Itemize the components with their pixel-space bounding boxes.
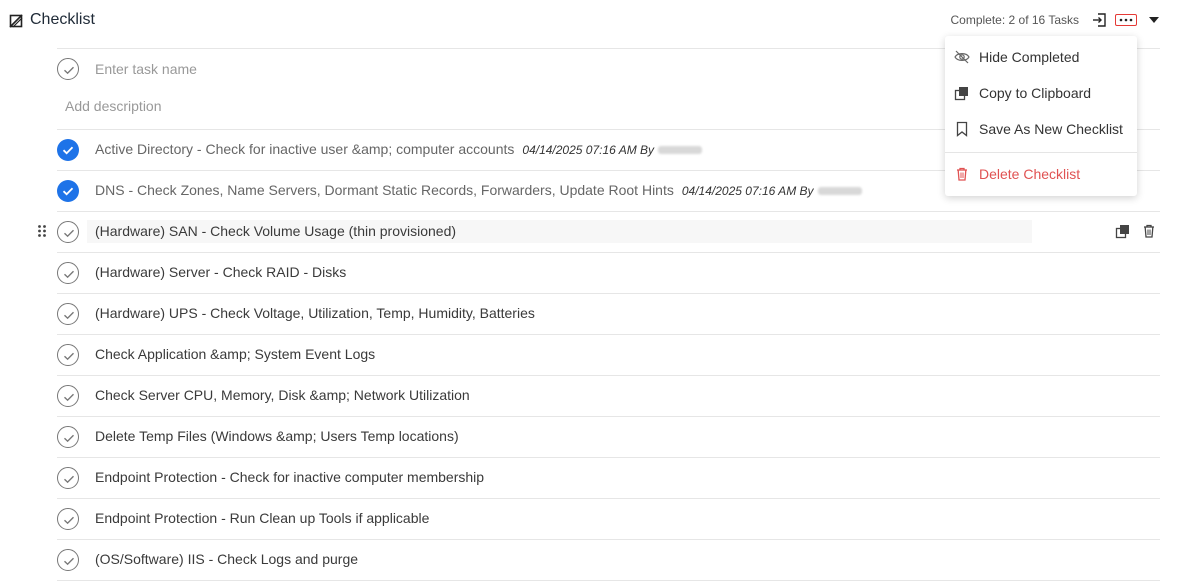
- trash-icon: [954, 166, 970, 182]
- copy-task-button[interactable]: [1115, 223, 1131, 239]
- divider: [57, 293, 1160, 294]
- menu-separator: [945, 152, 1137, 153]
- task-check[interactable]: [57, 385, 79, 407]
- task-label: Delete Temp Files (Windows &amp; Users T…: [95, 428, 459, 444]
- divider: [57, 416, 1160, 417]
- task-check[interactable]: [57, 262, 79, 284]
- check-icon: [64, 434, 74, 443]
- menu-item-label: Copy to Clipboard: [979, 85, 1092, 101]
- task-item[interactable]: Delete Temp Files (Windows &amp; Users T…: [95, 428, 459, 444]
- options-menu: Hide Completed Copy to Clipboard Save As…: [945, 36, 1137, 196]
- divider: [57, 211, 1160, 212]
- task-label: Endpoint Protection - Run Clean up Tools…: [95, 510, 430, 526]
- check-icon: [64, 393, 74, 402]
- task-item[interactable]: Endpoint Protection - Run Clean up Tools…: [95, 510, 429, 526]
- page-title: Checklist: [30, 11, 95, 28]
- delete-task-button[interactable]: [1141, 223, 1157, 239]
- check-icon: [64, 270, 74, 279]
- task-item[interactable]: Endpoint Protection - Check for inactive…: [95, 469, 484, 485]
- task-label: Active Directory - Check for inactive us…: [95, 141, 515, 157]
- new-task-check[interactable]: [57, 58, 79, 80]
- task-item[interactable]: Active Directory - Check for inactive us…: [95, 141, 703, 157]
- export-button[interactable]: [1091, 11, 1109, 29]
- divider: [57, 334, 1160, 335]
- check-icon: [64, 66, 74, 75]
- task-label: Check Server CPU, Memory, Disk &amp; Net…: [95, 387, 470, 403]
- more-options-button[interactable]: [1115, 14, 1137, 26]
- check-icon: [64, 516, 74, 525]
- task-check[interactable]: [57, 508, 79, 530]
- task-item[interactable]: (Hardware) SAN - Check Volume Usage (thi…: [95, 223, 456, 239]
- task-item[interactable]: Check Server CPU, Memory, Disk &amp; Net…: [95, 387, 470, 403]
- task-check[interactable]: [57, 303, 79, 325]
- eye-slash-icon: [954, 49, 970, 65]
- task-label: Endpoint Protection - Check for inactive…: [95, 469, 485, 485]
- check-icon: [64, 475, 74, 484]
- check-icon: [64, 352, 74, 361]
- menu-item-copy-to-clipboard[interactable]: Copy to Clipboard: [945, 76, 1137, 110]
- menu-item-label: Hide Completed: [979, 49, 1080, 65]
- task-label: Check Application &amp; System Event Log…: [95, 346, 376, 362]
- task-item[interactable]: DNS - Check Zones, Name Servers, Dormant…: [95, 182, 862, 198]
- menu-item-delete-checklist[interactable]: Delete Checklist: [945, 157, 1137, 191]
- copy-icon: [954, 85, 970, 101]
- menu-item-save-as-new[interactable]: Save As New Checklist: [945, 112, 1137, 146]
- trash-icon: [1144, 224, 1154, 238]
- divider: [57, 252, 1160, 253]
- ellipsis-icon: [1119, 18, 1133, 22]
- task-item[interactable]: Check Application &amp; System Event Log…: [95, 346, 375, 362]
- divider: [57, 539, 1160, 540]
- task-label: (Hardware) SAN - Check Volume Usage (thi…: [95, 223, 457, 239]
- redacted-user: [817, 187, 862, 196]
- task-label: (Hardware) Server - Check RAID - Disks: [95, 264, 347, 280]
- check-icon: [64, 557, 74, 566]
- task-check[interactable]: [57, 221, 79, 243]
- task-check-completed[interactable]: [57, 139, 79, 161]
- completion-status: Complete: 2 of 16 Tasks: [950, 13, 1079, 27]
- check-icon: [62, 146, 74, 155]
- divider: [57, 457, 1160, 458]
- task-check[interactable]: [57, 344, 79, 366]
- task-check-completed[interactable]: [57, 180, 79, 202]
- menu-item-label: Delete Checklist: [979, 166, 1081, 182]
- copy-icon: [1115, 225, 1129, 239]
- menu-item-label: Save As New Checklist: [979, 121, 1123, 137]
- divider: [57, 498, 1160, 499]
- check-icon: [62, 187, 74, 196]
- bookmark-icon: [954, 121, 970, 137]
- redacted-user: [658, 146, 703, 155]
- task-item[interactable]: (Hardware) Server - Check RAID - Disks: [95, 264, 346, 280]
- checklist-toggle-icon[interactable]: [9, 14, 23, 28]
- divider: [57, 580, 1160, 581]
- task-label: DNS - Check Zones, Name Servers, Dormant…: [95, 182, 674, 198]
- completion-meta: 04/14/2025 07:16 AM By: [522, 143, 655, 157]
- caret-down-icon: [1149, 17, 1159, 23]
- menu-item-hide-completed[interactable]: Hide Completed: [945, 40, 1137, 74]
- export-icon: [1093, 13, 1106, 27]
- drag-handle-icon[interactable]: [37, 224, 47, 238]
- task-label: (Hardware) UPS - Check Voltage, Utilizat…: [95, 305, 535, 321]
- task-description-input[interactable]: [65, 97, 865, 115]
- task-name-input[interactable]: [95, 60, 895, 78]
- task-label: (OS/Software) IIS - Check Logs and purge: [95, 551, 359, 567]
- task-item[interactable]: (OS/Software) IIS - Check Logs and purge: [95, 551, 358, 567]
- collapse-button[interactable]: [1147, 11, 1161, 29]
- task-item[interactable]: (Hardware) UPS - Check Voltage, Utilizat…: [95, 305, 535, 321]
- check-icon: [64, 311, 74, 320]
- check-icon: [64, 229, 74, 238]
- task-check[interactable]: [57, 426, 79, 448]
- completion-meta: 04/14/2025 07:16 AM By: [681, 184, 814, 198]
- task-check[interactable]: [57, 549, 79, 571]
- task-check[interactable]: [57, 467, 79, 489]
- divider: [57, 375, 1160, 376]
